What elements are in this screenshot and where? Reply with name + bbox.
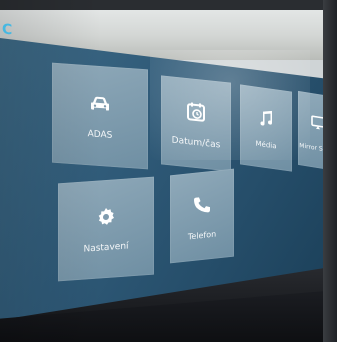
tile-media[interactable]: Média <box>240 84 292 172</box>
tile-label: Nastavení <box>83 241 129 255</box>
tile-label: Telefon <box>187 229 217 241</box>
photo-scene: C ADAS Datum/čas Média Mirror Scree Nast… <box>0 0 337 342</box>
music-note-icon <box>254 105 278 132</box>
infotainment-display: C ADAS Datum/čas Média Mirror Scree Nast… <box>0 0 337 342</box>
tile-label: ADAS <box>87 129 113 141</box>
calendar-clock-icon <box>184 98 208 125</box>
car-icon <box>88 91 112 117</box>
brand-logo: C <box>2 21 14 39</box>
tile-nastaveni[interactable]: Nastavení <box>58 176 154 282</box>
tile-label: Datum/čas <box>171 134 221 151</box>
phone-icon <box>190 191 214 218</box>
tile-datum-cas[interactable]: Datum/čas <box>161 75 231 172</box>
tile-telefon[interactable]: Telefon <box>170 168 234 264</box>
tile-adas[interactable]: ADAS <box>52 62 148 170</box>
gear-icon <box>94 204 118 230</box>
tile-label: Média <box>255 139 277 151</box>
right-frame <box>323 0 337 342</box>
